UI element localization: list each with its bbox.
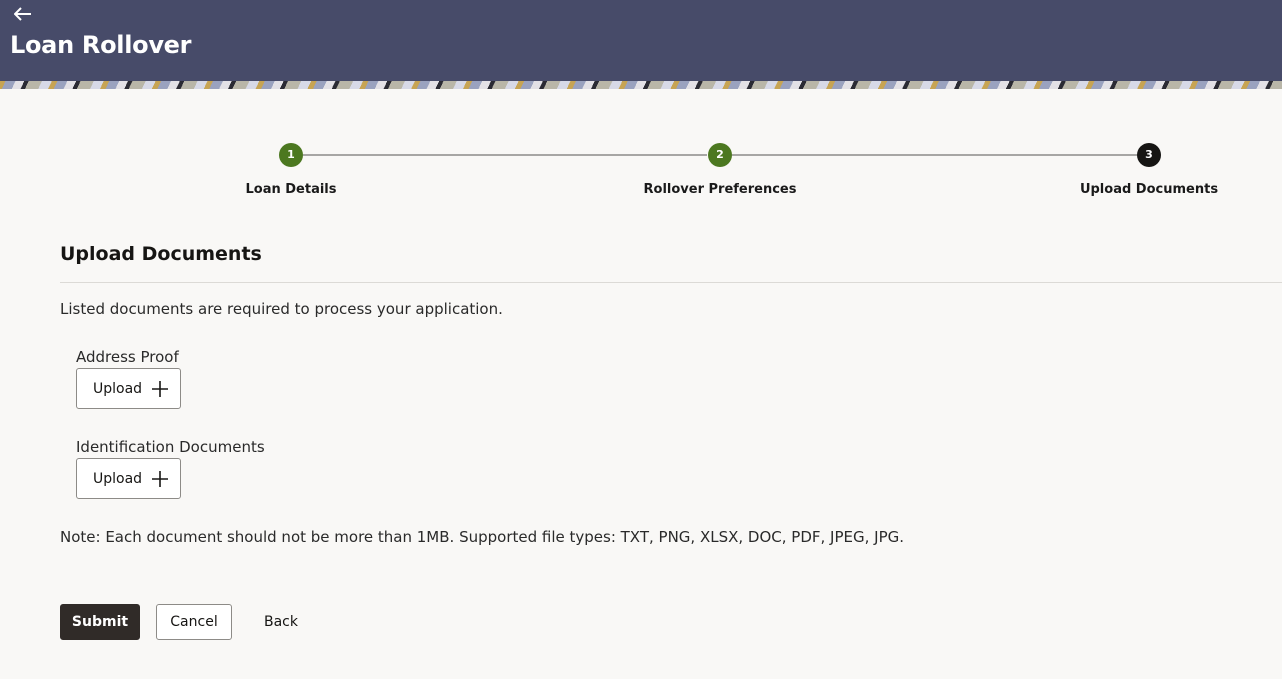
step-3-indicator: 3 [1137,143,1161,167]
document-label-address-proof: Address Proof [76,348,179,366]
upload-button-label: Upload [93,471,143,487]
page-header: Loan Rollover [0,0,1282,81]
plus-icon [152,381,168,397]
step-connector [303,154,707,156]
cancel-button[interactable]: Cancel [156,604,232,640]
section-divider [60,282,1282,283]
upload-identification-button[interactable]: Upload [76,458,181,499]
upload-address-proof-button[interactable]: Upload [76,368,181,409]
plus-icon [152,471,168,487]
section-title: Upload Documents [60,243,262,265]
upload-button-label: Upload [93,381,143,397]
step-2-indicator: 2 [708,143,732,167]
step-1-indicator: 1 [279,143,303,167]
document-label-identification: Identification Documents [76,438,265,456]
progress-stepper: 1 2 3 Loan Details Rollover Preferences … [0,140,1282,210]
step-3-label: Upload Documents [1079,182,1219,197]
back-arrow-icon[interactable] [13,3,38,25]
step-2-label: Rollover Preferences [643,182,797,197]
intro-text: Listed documents are required to process… [60,300,503,318]
page-title: Loan Rollover [10,31,192,59]
step-1-label: Loan Details [245,182,337,197]
file-requirements-note: Note: Each document should not be more t… [60,528,905,546]
decorative-banner [0,81,1282,89]
back-button[interactable]: Back [252,604,310,640]
step-connector [732,154,1137,156]
submit-button[interactable]: Submit [60,604,140,640]
